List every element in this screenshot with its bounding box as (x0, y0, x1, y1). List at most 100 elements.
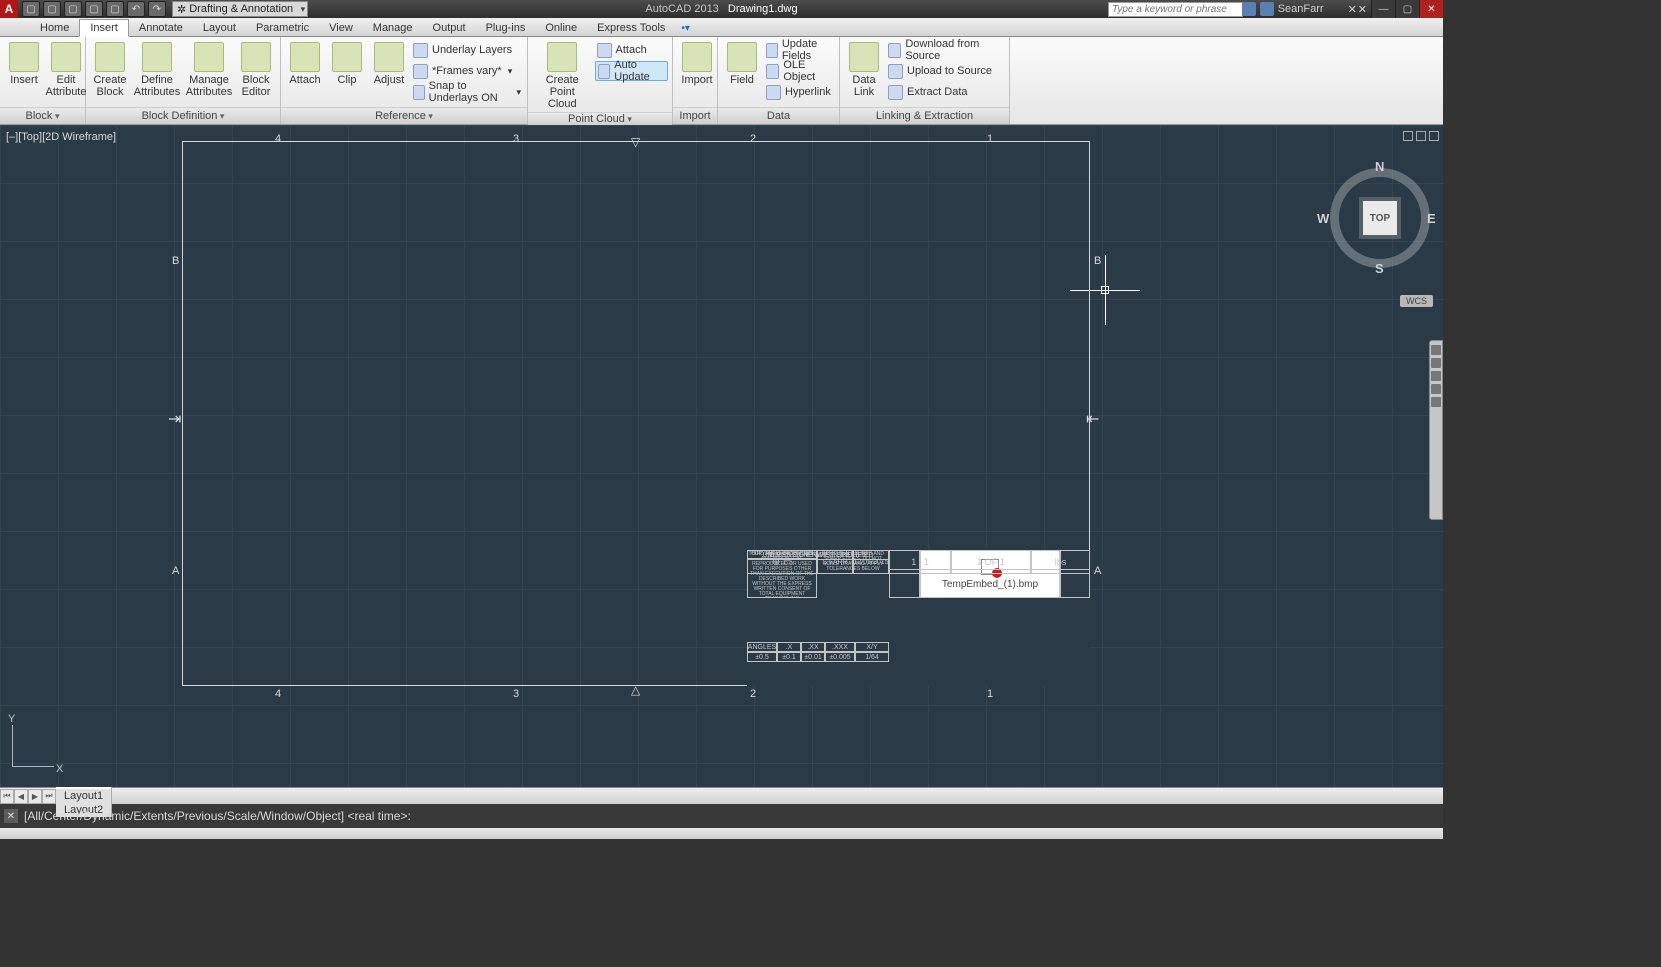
extract-data-button[interactable]: Extract Data (886, 82, 1005, 102)
snap-underlays-button[interactable]: Snap to Underlays ON▾ (411, 82, 523, 102)
nav-showmotion-icon[interactable] (1431, 397, 1441, 407)
nav-wheel-icon[interactable] (1431, 345, 1441, 355)
viewcube-e[interactable]: E (1427, 211, 1436, 226)
layout-next-icon[interactable]: ▶ (28, 789, 42, 804)
layout-first-icon[interactable]: ⏮ (0, 789, 14, 804)
search-input[interactable] (1109, 3, 1242, 16)
data-link-button[interactable]: DataLink (844, 40, 884, 100)
command-line[interactable]: ✕ [All/Center/Dynamic/Extents/Previous/S… (0, 804, 1443, 828)
pc-attach-button[interactable]: Attach (595, 40, 668, 60)
adjust-button[interactable]: Adjust (369, 40, 409, 88)
nav-pan-icon[interactable] (1431, 358, 1441, 368)
tol-header-1: .X (777, 642, 801, 652)
panel-caption[interactable]: Point Cloud (568, 113, 632, 125)
clip-button[interactable]: Clip (327, 40, 367, 88)
navigation-bar[interactable] (1429, 340, 1443, 520)
wcs-tag[interactable]: WCS (1400, 295, 1433, 307)
tol-value-1: ±0.1 (777, 652, 801, 662)
ribbon-options-icon[interactable]: •▾ (675, 21, 696, 36)
create-block-button[interactable]: CreateBlock (90, 40, 130, 100)
insert-button[interactable]: Insert (4, 40, 44, 88)
drawing-canvas[interactable]: [–][Top][2D Wireframe] 4 3 2 1 ▽ 4 3 2 1… (0, 125, 1443, 787)
maximize-button[interactable]: ▢ (1395, 0, 1419, 18)
layout-tab-bar: ⏮ ◀ ▶ ⏭ ModelLayout1Layout2 (0, 787, 1443, 804)
tab-home[interactable]: Home (30, 20, 79, 36)
qat-print-icon[interactable]: ▢ (106, 1, 124, 17)
tab-annotate[interactable]: Annotate (129, 20, 193, 36)
auto-update-button[interactable]: Auto Update (595, 61, 668, 81)
panel-caption[interactable]: Block (26, 110, 60, 122)
edit-attribute-button[interactable]: EditAttribute (46, 40, 86, 100)
status-bar (0, 828, 1443, 839)
viewport-maximize-icon[interactable] (1416, 131, 1426, 141)
ruler-top-3: 3 (513, 133, 519, 145)
app-logo[interactable]: A (0, 0, 18, 18)
tab-plug-ins[interactable]: Plug-ins (476, 20, 536, 36)
layers-icon (413, 43, 428, 58)
viewcube-s[interactable]: S (1375, 261, 1384, 276)
hyperlink-button[interactable]: Hyperlink (764, 82, 835, 102)
import-button[interactable]: Import (677, 40, 717, 88)
exchange-icon[interactable]: ✕✕ (1348, 3, 1368, 16)
ucs-y-label: Y (8, 713, 15, 725)
tab-manage[interactable]: Manage (363, 20, 423, 36)
panel-caption[interactable]: Block Definition (142, 110, 225, 122)
attach-button[interactable]: Attach (285, 40, 325, 88)
user-cluster[interactable]: SeanFarr ✕✕ (1242, 2, 1368, 16)
viewcube[interactable]: TOP N S W E (1325, 163, 1435, 273)
layout-tab-layout1[interactable]: Layout1 (56, 789, 112, 803)
ole-object-button[interactable]: OLE Object (764, 61, 835, 81)
auto-update-icon (598, 64, 611, 79)
workspace-label: Drafting & Annotation (189, 3, 293, 15)
panel-caption: Data (767, 110, 790, 122)
tab-online[interactable]: Online (535, 20, 587, 36)
upload-source-button[interactable]: Upload to Source (886, 61, 1005, 81)
tab-layout[interactable]: Layout (193, 20, 246, 36)
block-editor-button[interactable]: BlockEditor (236, 40, 276, 100)
qat-save-icon[interactable]: ▢ (64, 1, 82, 17)
create-point-cloud-button[interactable]: CreatePoint Cloud (532, 40, 593, 112)
viewcube-n[interactable]: N (1375, 159, 1384, 174)
field-button[interactable]: Field (722, 40, 762, 88)
search-box[interactable] (1108, 2, 1243, 17)
download-source-button[interactable]: Download from Source (886, 40, 1005, 60)
clip-icon (332, 42, 362, 72)
qat-redo-icon[interactable]: ↷ (148, 1, 166, 17)
panel-caption[interactable]: Reference (375, 110, 433, 122)
layout-last-icon[interactable]: ⏭ (42, 789, 56, 804)
qat-undo-icon[interactable]: ↶ (127, 1, 145, 17)
manage-attributes-button[interactable]: ManageAttributes (184, 40, 234, 100)
panel-point-cloud: CreatePoint Cloud Attach Auto Update Poi… (528, 37, 673, 124)
nav-orbit-icon[interactable] (1431, 384, 1441, 394)
document-name: Drawing1.dwg (728, 3, 798, 15)
update-fields-button[interactable]: Update Fields (764, 40, 835, 60)
viewcube-face[interactable]: TOP (1363, 201, 1397, 235)
viewport-minimize-icon[interactable] (1403, 131, 1413, 141)
tab-express-tools[interactable]: Express Tools (587, 20, 675, 36)
frames-vary-button[interactable]: *Frames vary*▾ (411, 61, 523, 81)
viewcube-w[interactable]: W (1317, 211, 1329, 226)
tol-header-4: X/Y (855, 642, 889, 652)
tab-parametric[interactable]: Parametric (246, 20, 319, 36)
tab-insert[interactable]: Insert (79, 19, 129, 37)
update-fields-icon (766, 43, 778, 58)
nav-zoom-icon[interactable] (1431, 371, 1441, 381)
panel-caption: Import (679, 110, 710, 122)
ruler-right-b: B (1094, 255, 1101, 267)
tab-output[interactable]: Output (423, 20, 476, 36)
viewport-label[interactable]: [–][Top][2D Wireframe] (6, 131, 116, 143)
close-button[interactable]: ✕ (1419, 0, 1443, 18)
underlay-layers-button[interactable]: Underlay Layers (411, 40, 523, 60)
qat-open-icon[interactable]: ▢ (43, 1, 61, 17)
qat-new-icon[interactable]: ▢ (22, 1, 40, 17)
minimize-button[interactable]: — (1371, 0, 1395, 18)
workspace-dropdown[interactable]: ✲Drafting & Annotation (172, 1, 308, 17)
ruler-left-a: A (172, 565, 179, 577)
ruler-bot-1: 1 (987, 688, 993, 700)
viewport-close-icon[interactable] (1429, 131, 1439, 141)
layout-prev-icon[interactable]: ◀ (14, 789, 28, 804)
define-attributes-button[interactable]: DefineAttributes (132, 40, 182, 100)
tab-view[interactable]: View (319, 20, 363, 36)
qat-saveas-icon[interactable]: ▢ (85, 1, 103, 17)
commandline-close-icon[interactable]: ✕ (4, 809, 18, 823)
